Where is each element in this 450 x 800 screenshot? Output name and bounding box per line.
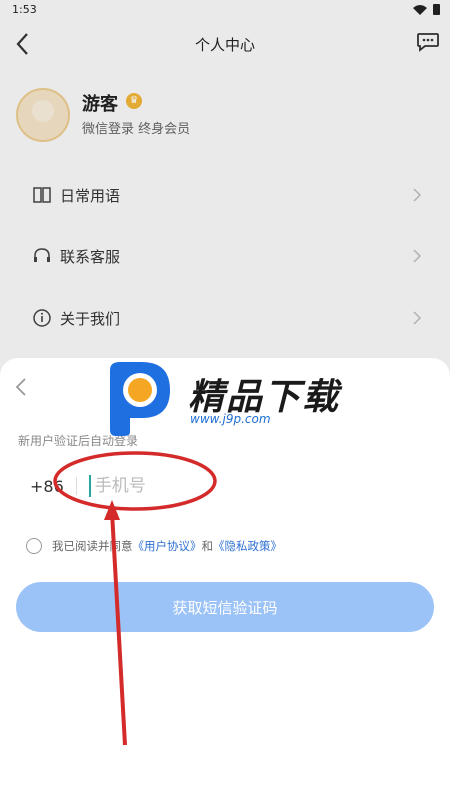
watermark: 精品下载 www.j9p.com [100, 360, 360, 440]
get-sms-code-button[interactable]: 获取短信验证码 [16, 582, 434, 632]
agreement-row: 我已阅读并同意 《用户协议》 和 《隐私政策》 [26, 538, 282, 554]
country-code[interactable]: +86 [30, 477, 64, 496]
watermark-logo [110, 362, 170, 436]
phone-input-row: +86 [30, 468, 420, 504]
agreement-prefix: 我已阅读并同意 [52, 539, 133, 553]
phone-input[interactable] [88, 475, 297, 497]
agreement-checkbox[interactable] [26, 538, 42, 554]
back-arrow-icon[interactable] [14, 376, 28, 398]
divider [75, 477, 77, 495]
agreement-and: 和 [201, 539, 214, 553]
watermark-url: www.j9p.com [190, 412, 271, 426]
user-agreement-link[interactable]: 《用户协议》 [133, 538, 202, 554]
privacy-policy-link[interactable]: 《隐私政策》 [213, 538, 282, 554]
